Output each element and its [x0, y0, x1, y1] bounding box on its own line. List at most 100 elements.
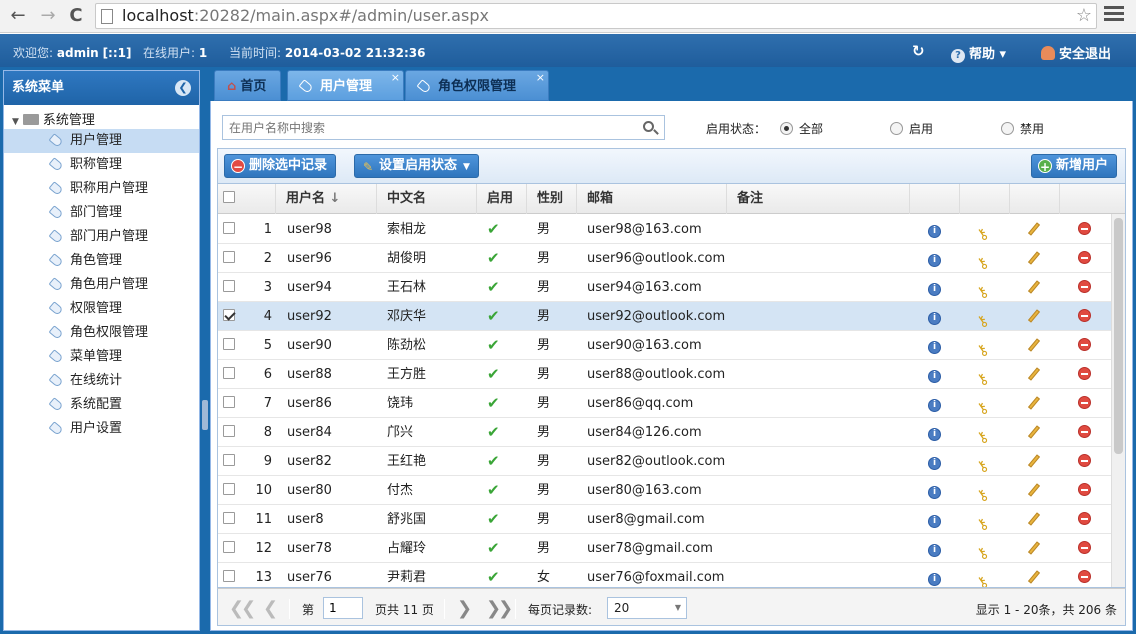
sidebar-item[interactable]: 菜单管理 [4, 345, 199, 369]
sidebar-item[interactable]: 角色管理 [4, 249, 199, 273]
row-checkbox[interactable] [223, 280, 235, 292]
tab-user-management[interactable]: 用户管理 × [287, 70, 404, 101]
table-row[interactable]: 12 user78 占耀玲 男 user78@gmail.com ✔ i ⚷ [218, 534, 1111, 564]
row-checkbox[interactable] [223, 454, 235, 466]
table-row[interactable]: 2 user96 胡俊明 男 user96@outlook.com ✔ i ⚷ [218, 244, 1111, 274]
tab-close-icon[interactable]: × [391, 62, 400, 93]
sidebar-item[interactable]: 角色用户管理 [4, 273, 199, 297]
table-row[interactable]: 13 user76 尹莉君 女 user76@foxmail.com ✔ i ⚷ [218, 563, 1111, 587]
sidebar-item[interactable]: 部门管理 [4, 201, 199, 225]
sidebar-item[interactable]: 在线统计 [4, 369, 199, 393]
info-icon[interactable]: i [928, 399, 941, 412]
search-icon[interactable] [641, 119, 659, 137]
edit-pencil-icon[interactable] [1027, 309, 1041, 323]
first-page-icon[interactable]: ❮❮ [229, 598, 256, 619]
delete-icon[interactable] [1078, 251, 1091, 264]
info-icon[interactable]: i [928, 225, 941, 238]
splitter-handle[interactable] [202, 400, 208, 430]
radio-dot[interactable] [890, 122, 903, 135]
info-icon[interactable]: i [928, 254, 941, 267]
col-email[interactable]: 邮箱 [577, 184, 727, 214]
address-bar[interactable]: localhost:20282/main.aspx#/admin/user.as… [95, 3, 1097, 29]
delete-icon[interactable] [1078, 367, 1091, 380]
tree-root[interactable]: ▼ 系统管理 [12, 109, 95, 128]
delete-icon[interactable] [1078, 541, 1091, 554]
edit-pencil-icon[interactable] [1027, 454, 1041, 468]
info-icon[interactable]: i [928, 486, 941, 499]
scrollbar-thumb[interactable] [1114, 218, 1123, 454]
delete-icon[interactable] [1078, 309, 1091, 322]
sidebar-item[interactable]: 用户设置 [4, 417, 199, 441]
table-row[interactable]: 9 user82 王红艳 男 user82@outlook.com ✔ i ⚷ [218, 447, 1111, 477]
table-row[interactable]: 4 user92 邓庆华 男 user92@outlook.com ✔ i ⚷ [218, 302, 1111, 332]
edit-pencil-icon[interactable] [1027, 425, 1041, 439]
delete-icon[interactable] [1078, 570, 1091, 583]
radio-dot[interactable] [780, 122, 793, 135]
info-icon[interactable]: i [928, 341, 941, 354]
row-checkbox[interactable] [223, 222, 235, 234]
table-row[interactable]: 6 user88 王方胜 男 user88@outlook.com ✔ i ⚷ [218, 360, 1111, 390]
info-icon[interactable]: i [928, 573, 941, 586]
sidebar-item[interactable]: 部门用户管理 [4, 225, 199, 249]
edit-pencil-icon[interactable] [1027, 483, 1041, 497]
row-checkbox[interactable] [223, 338, 235, 350]
key-icon[interactable]: ⚷ [970, 567, 996, 587]
delete-icon[interactable] [1078, 512, 1091, 525]
radio-enabled[interactable]: 启用 [890, 120, 933, 137]
row-checkbox[interactable] [223, 309, 235, 321]
tab-close-icon[interactable]: × [536, 62, 545, 93]
url-text[interactable]: localhost:20282/main.aspx#/admin/user.as… [122, 6, 489, 25]
col-remark[interactable]: 备注 [727, 184, 910, 214]
page-size-select[interactable]: 20 ▼ [607, 597, 687, 619]
delete-icon[interactable] [1078, 454, 1091, 467]
radio-dot[interactable] [1001, 122, 1014, 135]
bookmark-star-icon[interactable]: ☆ [1076, 5, 1092, 26]
edit-pencil-icon[interactable] [1027, 396, 1041, 410]
sidebar-item[interactable]: 角色权限管理 [4, 321, 199, 345]
col-enabled[interactable]: 启用 [477, 184, 527, 214]
delete-selected-button[interactable]: − 删除选中记录 [224, 154, 337, 178]
col-username[interactable]: 用户名 ↓ [276, 184, 377, 214]
info-icon[interactable]: i [928, 312, 941, 325]
refresh-icon[interactable]: ↻ [912, 42, 925, 60]
collapse-icon[interactable]: ❮ [175, 80, 191, 96]
edit-pencil-icon[interactable] [1027, 338, 1041, 352]
col-gender[interactable]: 性别 [527, 184, 577, 214]
radio-all[interactable]: 全部 [780, 120, 823, 137]
back-button[interactable]: ← [6, 4, 30, 28]
page-number-input[interactable] [323, 597, 363, 619]
row-checkbox[interactable] [223, 483, 235, 495]
prev-page-icon[interactable]: ❮ [263, 598, 278, 619]
delete-icon[interactable] [1078, 280, 1091, 293]
edit-pencil-icon[interactable] [1027, 251, 1041, 265]
edit-pencil-icon[interactable] [1027, 512, 1041, 526]
table-row[interactable]: 5 user90 陈劲松 男 user90@163.com ✔ i ⚷ [218, 331, 1111, 361]
table-row[interactable]: 11 user8 舒兆国 男 user8@gmail.com ✔ i ⚷ [218, 505, 1111, 535]
edit-pencil-icon[interactable] [1027, 367, 1041, 381]
table-row[interactable]: 8 user84 邝兴 男 user84@126.com ✔ i ⚷ [218, 418, 1111, 448]
add-user-button[interactable]: + 新增用户 [1031, 154, 1118, 178]
row-checkbox[interactable] [223, 251, 235, 263]
info-icon[interactable]: i [928, 457, 941, 470]
browser-menu-icon[interactable] [1104, 6, 1124, 26]
sidebar-item[interactable]: 用户管理 [4, 129, 199, 153]
forward-button[interactable]: → [36, 4, 60, 28]
search-input[interactable] [223, 116, 633, 139]
table-row[interactable]: 1 user98 索相龙 男 user98@163.com ✔ i ⚷ [218, 215, 1111, 245]
radio-disabled[interactable]: 禁用 [1001, 120, 1044, 137]
row-checkbox[interactable] [223, 396, 235, 408]
info-icon[interactable]: i [928, 544, 941, 557]
info-icon[interactable]: i [928, 428, 941, 441]
delete-icon[interactable] [1078, 425, 1091, 438]
row-checkbox[interactable] [223, 367, 235, 379]
help-button[interactable]: ? 帮助 ▾ [951, 43, 1006, 63]
delete-icon[interactable] [1078, 338, 1091, 351]
edit-pencil-icon[interactable] [1027, 280, 1041, 294]
vertical-scrollbar[interactable] [1111, 214, 1125, 587]
info-icon[interactable]: i [928, 283, 941, 296]
tab-role-permission[interactable]: 角色权限管理 × [405, 70, 549, 101]
row-checkbox[interactable] [223, 541, 235, 553]
sidebar-item[interactable]: 权限管理 [4, 297, 199, 321]
expand-triangle-icon[interactable]: ▼ [12, 117, 19, 127]
set-status-button[interactable]: ✎ 设置启用状态 ▼ [354, 154, 479, 178]
